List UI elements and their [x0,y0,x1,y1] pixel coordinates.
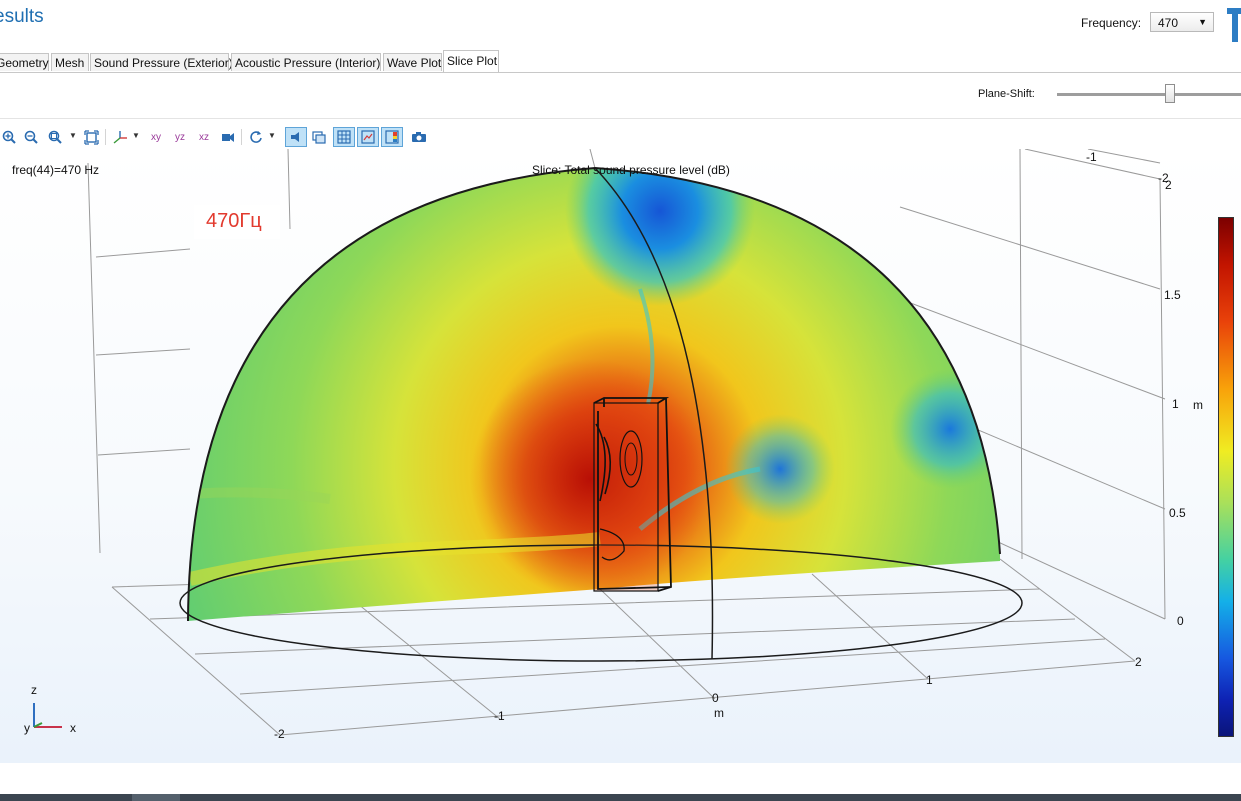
triad-y-label: y [24,721,30,735]
plane-shift-slider-track[interactable] [1057,93,1241,96]
triad-z-label: z [31,683,37,697]
page-title: esults [0,6,44,27]
zoom-box-icon[interactable] [46,127,64,147]
plot-title: Slice: Total sound pressure level (dB) [532,163,730,177]
frequency-label: Frequency: [1081,16,1142,30]
transparency-icon[interactable] [310,127,328,147]
tab-slice-plot[interactable]: Slice Plot [443,50,499,72]
plot-toolbar: ▼ ▼ xy yz xz ▼ [0,127,440,147]
x-tick: -1 [494,709,505,723]
tab-sound-pressure-exterior[interactable]: Sound Pressure (Exterior) [90,53,233,71]
frequency-select[interactable]: 470 ▼ [1150,12,1214,32]
axis-triad: z y x [18,683,88,741]
grid-icon[interactable] [333,127,355,147]
x-tick: 1 [926,673,933,687]
tab-mesh[interactable]: Mesh [51,53,89,71]
x-tick: 2 [1135,655,1142,669]
frequency-readout: freq(44)=470 Hz [12,163,100,177]
frequency-value: 470 [1158,16,1179,30]
zoom-out-icon[interactable] [22,127,40,147]
view-xy-label: xy [151,131,161,143]
plane-shift-label: Plane-Shift: [978,88,1035,100]
lighting-icon[interactable] [285,127,307,147]
x-unit-label: m [714,706,724,720]
rotate-icon[interactable] [247,127,265,147]
y-back-tick: -1 [1086,150,1097,164]
slice-plot-canvas [87,149,1166,736]
annotation-text: 470Гц [206,210,262,232]
frequency-annotation: 470Гц [194,205,280,239]
toolbar-divider [241,129,242,145]
x-tick: 0 [712,691,719,705]
zoom-in-icon[interactable] [0,127,18,147]
screenshot-icon[interactable] [410,127,428,147]
tab-acoustic-pressure-interior[interactable]: Acoustic Pressure (Interior) [231,53,381,71]
axis-orientation-icon[interactable] [111,127,129,147]
triad-x-label: x [70,721,76,735]
z-tick: 1 [1172,397,1179,411]
plane-shift-slider-thumb[interactable] [1165,84,1175,103]
z-tick: 0.5 [1169,506,1186,520]
graphics-window[interactable]: freq(44)=470 Hz Slice: Total sound press… [0,149,1241,763]
toolbar-divider [105,129,106,145]
chevron-down-icon[interactable]: ▼ [268,131,276,140]
chevron-down-icon: ▼ [1198,17,1207,27]
tab-bar: Geometry Mesh Sound Pressure (Exterior) … [0,50,1241,73]
axes-icon[interactable] [357,127,379,147]
taskbar [0,794,1241,801]
chevron-down-icon[interactable]: ▼ [69,131,77,140]
color-legend [1218,217,1234,737]
divider [0,118,1241,119]
colorbar-icon[interactable] [381,127,403,147]
tab-geometry[interactable]: Geometry [0,53,49,71]
z-unit-label: m [1193,398,1203,412]
tab-wave-plot[interactable]: Wave Plot [383,53,442,71]
z-tick: 1.5 [1164,288,1181,302]
view-xy-icon[interactable]: xy [147,127,165,147]
view-xz-label: xz [199,131,209,143]
view-yz-icon[interactable]: yz [171,127,189,147]
view-xz-icon[interactable]: xz [195,127,213,147]
chevron-down-icon[interactable]: ▼ [132,131,140,140]
z-tick: 2 [1165,178,1172,192]
app-logo-icon [1227,8,1241,42]
camera-view-icon[interactable] [219,127,237,147]
view-yz-label: yz [175,131,185,143]
z-tick: 0 [1177,614,1184,628]
taskbar-item[interactable] [132,794,180,801]
x-tick: -2 [274,727,285,741]
zoom-extents-icon[interactable] [82,127,100,147]
